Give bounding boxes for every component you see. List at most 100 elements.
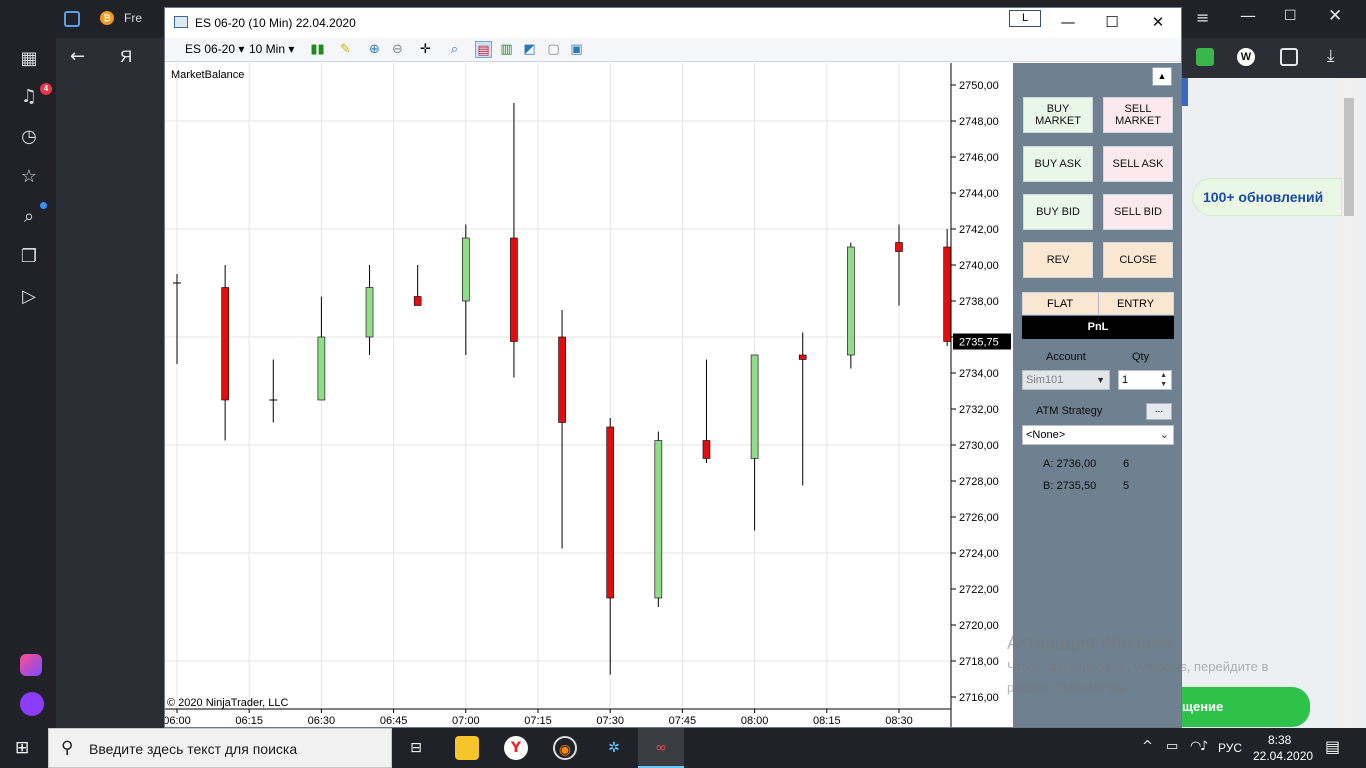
- windows-start-icon[interactable]: ⊞: [15, 738, 29, 758]
- tab-label[interactable]: Fre: [124, 11, 142, 25]
- window-titlebar[interactable]: ES 06-20 (10 Min) 22.04.2020 L — ☐ ✕: [165, 8, 1181, 38]
- history-clock-icon[interactable]: ◷: [18, 126, 40, 148]
- x-tick-label: 08:00: [741, 715, 769, 727]
- price-chart[interactable]: 2750,00 2748,00 2746,00 2744,00 2742,00 2740,…: [165, 63, 1013, 727]
- collapse-arrow-icon[interactable]: ▲: [1152, 67, 1172, 86]
- page-scrollbar[interactable]: [1340, 78, 1358, 728]
- candlestick-chart[interactable]: 2750,00 2748,00 2746,00 2744,00 2742,00 2740,…: [165, 63, 1013, 727]
- bell-icon[interactable]: ♫: [18, 86, 40, 108]
- download-extension-icon[interactable]: [1196, 48, 1214, 66]
- account-dropdown[interactable]: Sim101 ▼: [1022, 370, 1110, 390]
- draw-tool-icon[interactable]: ✎: [337, 41, 354, 58]
- chart-style-icon[interactable]: ▮▮: [309, 41, 326, 58]
- network-app-icon[interactable]: ✲: [602, 736, 626, 760]
- sell-bid-button[interactable]: SELL BID: [1103, 194, 1173, 230]
- download-icon[interactable]: ⤓: [1327, 46, 1335, 66]
- candle-body: [606, 426, 615, 599]
- volume-icon[interactable]: ♪: [1200, 739, 1208, 754]
- maximize-icon[interactable]: ☐: [1089, 8, 1135, 38]
- collections-icon[interactable]: [1280, 48, 1298, 66]
- buy-ask-button[interactable]: BUY ASK: [1023, 146, 1093, 182]
- yandex-browser-icon[interactable]: Y: [504, 736, 528, 760]
- apps-grid-icon[interactable]: ▦: [18, 48, 40, 70]
- y-tick-label: 2742,00: [959, 224, 999, 236]
- stepper-arrows-icon[interactable]: ▲ ▼: [1160, 371, 1167, 389]
- browser-maximize-icon[interactable]: ☐: [1284, 8, 1297, 24]
- alice-icon[interactable]: [20, 692, 44, 716]
- x-tick-label: 07:15: [524, 715, 552, 727]
- candle-body: [702, 440, 711, 459]
- messenger-icon[interactable]: [20, 654, 42, 676]
- atm-strategy-dropdown[interactable]: <None> ⌄: [1022, 425, 1174, 445]
- scrollbar-thumb[interactable]: [1344, 98, 1354, 216]
- minimize-icon[interactable]: —: [1045, 8, 1091, 38]
- search-page-icon[interactable]: ⌕: [18, 206, 40, 228]
- reverse-button[interactable]: REV: [1023, 242, 1093, 278]
- x-tick-label: 08:30: [885, 715, 913, 727]
- zoom-out-icon[interactable]: ⊖: [389, 41, 406, 58]
- yandex-letter[interactable]: Я: [120, 47, 132, 67]
- close-position-button[interactable]: CLOSE: [1103, 242, 1173, 278]
- candle-body: [798, 354, 807, 360]
- battery-icon[interactable]: ▭: [1166, 739, 1178, 754]
- buy-market-button[interactable]: BUY MARKET: [1023, 97, 1093, 133]
- entry-label: ENTRY: [1117, 298, 1155, 310]
- atm-more-button[interactable]: ...: [1146, 403, 1172, 420]
- w-extension-icon[interactable]: W: [1237, 48, 1255, 66]
- browser-minimize-icon[interactable]: —: [1240, 6, 1256, 25]
- data-box-icon[interactable]: ⌕: [446, 41, 463, 58]
- back-arrow-icon[interactable]: ←: [70, 46, 85, 67]
- templates-icon[interactable]: ▢: [545, 41, 562, 58]
- play-icon[interactable]: ▷: [18, 286, 40, 308]
- y-tick-label: 2722,00: [959, 584, 999, 596]
- buy-bid-button[interactable]: BUY BID: [1023, 194, 1093, 230]
- notification-badge: 4: [40, 83, 52, 95]
- y-tick-label: 2716,00: [959, 692, 999, 704]
- updates-pill[interactable]: 100+ обновлений: [1192, 178, 1342, 216]
- media-player-icon[interactable]: ◉: [553, 736, 577, 760]
- candle-body: [654, 440, 663, 599]
- chart-trader-icon[interactable]: ▤: [475, 41, 492, 58]
- properties-icon[interactable]: ▣: [568, 41, 585, 58]
- x-tick-label: 06:15: [235, 715, 263, 727]
- taskbar-search-input[interactable]: ⚲ Введите здесь текст для поиска: [48, 728, 392, 768]
- star-icon[interactable]: ☆: [18, 166, 40, 188]
- notes-icon[interactable]: ❐: [18, 246, 40, 268]
- browser-menu-icon[interactable]: ≡: [1196, 8, 1209, 27]
- sell-ask-button[interactable]: SELL ASK: [1103, 146, 1173, 182]
- browser-close-icon[interactable]: ✕: [1328, 6, 1342, 26]
- interval-selector[interactable]: 10 Min ▾: [249, 42, 294, 56]
- file-explorer-icon[interactable]: [455, 736, 479, 760]
- tray-chevron-icon[interactable]: ^: [1142, 739, 1153, 754]
- bid-size: 5: [1123, 480, 1130, 492]
- candle-body: [461, 237, 470, 302]
- page-green-button[interactable]: щение: [1180, 687, 1310, 727]
- y-tick-label: 2720,00: [959, 620, 999, 632]
- strategies-icon[interactable]: ◩: [521, 41, 538, 58]
- task-view-icon[interactable]: ⊟: [404, 736, 428, 760]
- candle-body: [510, 237, 518, 342]
- bitcoin-tab-icon[interactable]: ₿: [100, 11, 114, 25]
- crosshair-icon[interactable]: ✛: [417, 41, 434, 58]
- qty-value: 1: [1122, 374, 1129, 386]
- quantity-stepper[interactable]: 1 ▲ ▼: [1118, 370, 1172, 390]
- instrument-selector[interactable]: ES 06-20 ▾: [185, 42, 244, 56]
- language-indicator[interactable]: РУС: [1218, 741, 1242, 755]
- sell-market-button[interactable]: SELL MARKET: [1103, 97, 1173, 133]
- y-tick-label: 2734,00: [959, 368, 999, 380]
- indicators-icon[interactable]: ▥: [498, 41, 515, 58]
- notifications-icon[interactable]: ▤: [1325, 737, 1340, 756]
- y-tick-label: 2744,00: [959, 188, 999, 200]
- zoom-in-icon[interactable]: ⊕: [366, 41, 383, 58]
- clock-date[interactable]: 22.04.2020: [1253, 749, 1313, 763]
- ask-size: 6: [1123, 458, 1130, 470]
- clock-time[interactable]: 8:38: [1268, 733, 1291, 747]
- ask-price: A: 2736,00: [1043, 458, 1097, 470]
- search-placeholder: Введите здесь текст для поиска: [89, 741, 298, 757]
- candle-body: [750, 354, 759, 459]
- link-button[interactable]: L: [1009, 10, 1041, 27]
- atm-value: <None>: [1026, 429, 1066, 441]
- close-icon[interactable]: ✕: [1135, 8, 1181, 38]
- instrument-label: ES 06-20: [185, 42, 236, 56]
- copyright-label: © 2020 NinjaTrader, LLC: [167, 697, 289, 709]
